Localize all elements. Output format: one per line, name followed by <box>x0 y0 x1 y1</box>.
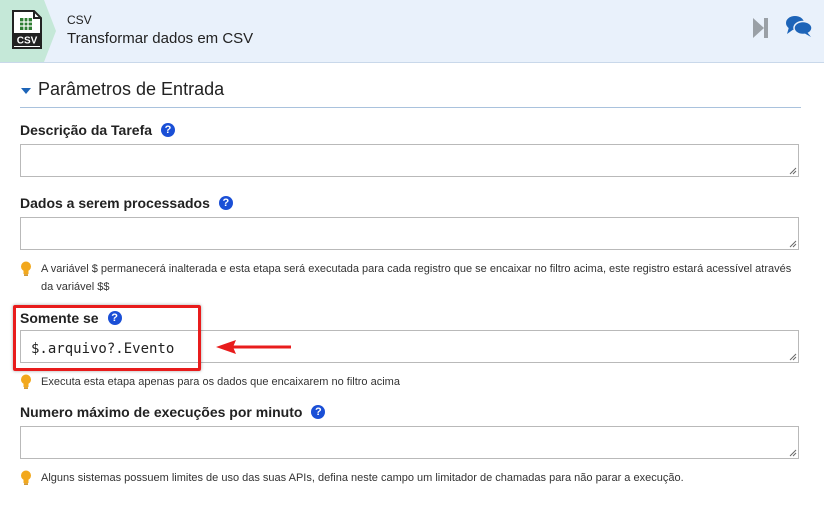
only-if-hint: Executa esta etapa apenas para os dados … <box>20 373 800 391</box>
caret-down-icon[interactable] <box>20 86 32 96</box>
data-to-process-input[interactable] <box>20 217 799 250</box>
section-title: Parâmetros de Entrada <box>38 79 225 99</box>
resize-grip-icon[interactable] <box>789 240 797 248</box>
lightbulb-icon <box>21 470 31 485</box>
highlight-box <box>13 305 201 371</box>
data-to-process-label: Dados a serem processados ? <box>20 195 233 211</box>
resize-grip-icon[interactable] <box>789 353 797 361</box>
data-to-process-label-text: Dados a serem processados <box>20 195 210 211</box>
lightbulb-icon <box>21 374 31 389</box>
section-header[interactable]: Parâmetros de Entrada <box>20 78 801 108</box>
skip-to-end-icon[interactable] <box>751 16 771 40</box>
app-subtitle: Transformar dados em CSV <box>67 30 254 47</box>
app-name: CSV <box>67 13 92 27</box>
csv-file-icon: CSV <box>12 10 42 49</box>
resize-grip-icon[interactable] <box>789 167 797 175</box>
header: CSV CSV Transformar dados em CSV <box>0 0 824 63</box>
data-to-process-hint-text: A variável $ permanecerá inalterada e es… <box>41 263 792 293</box>
max-executions-hint-text: Alguns sistemas possuem limites de uso d… <box>41 472 684 484</box>
help-icon[interactable]: ? <box>218 196 233 210</box>
only-if-hint-text: Executa esta etapa apenas para os dados … <box>41 376 400 388</box>
max-executions-input[interactable] <box>20 426 799 459</box>
resize-grip-icon[interactable] <box>789 449 797 457</box>
max-executions-label: Numero máximo de execuções por minuto ? <box>20 404 326 420</box>
max-executions-label-text: Numero máximo de execuções por minuto <box>20 404 303 420</box>
chat-icon[interactable] <box>785 14 813 38</box>
task-description-label-text: Descrição da Tarefa <box>20 122 153 138</box>
lightbulb-icon <box>21 261 31 276</box>
help-icon[interactable]: ? <box>161 123 176 137</box>
annotation-arrow-icon <box>216 340 291 354</box>
task-description-label: Descrição da Tarefa ? <box>20 122 176 138</box>
task-description-input[interactable] <box>20 144 799 177</box>
csv-icon-label: CSV <box>17 36 38 47</box>
data-to-process-hint: A variável $ permanecerá inalterada e es… <box>20 260 800 296</box>
max-executions-hint: Alguns sistemas possuem limites de uso d… <box>20 469 800 487</box>
help-icon[interactable]: ? <box>311 405 326 419</box>
